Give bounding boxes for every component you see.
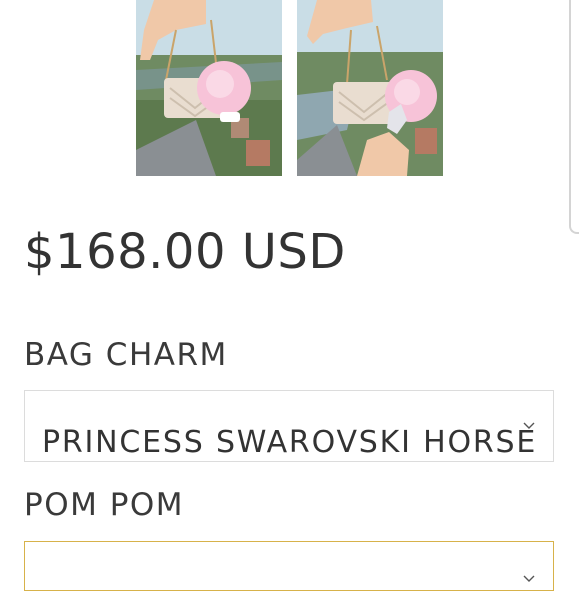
pom-pom-select[interactable] [24, 541, 554, 591]
pom-pom-label: POM POM [24, 487, 185, 523]
bag-charm-select[interactable]: PRINCESS SWAROVSKI HORSE [24, 390, 554, 462]
scroll-container-edge [569, 0, 579, 234]
product-thumbnail-1[interactable] [136, 0, 282, 176]
product-photo [297, 0, 443, 176]
chevron-down-icon [523, 575, 535, 582]
bag-charm-selected-value: PRINCESS SWAROVSKI HORSE [42, 425, 538, 460]
product-price: $168.00 USD [24, 224, 346, 280]
product-photo [136, 0, 282, 176]
bag-charm-label: BAG CHARM [24, 337, 228, 373]
chevron-down-icon [523, 422, 535, 429]
product-thumbnail-2[interactable] [297, 0, 443, 176]
